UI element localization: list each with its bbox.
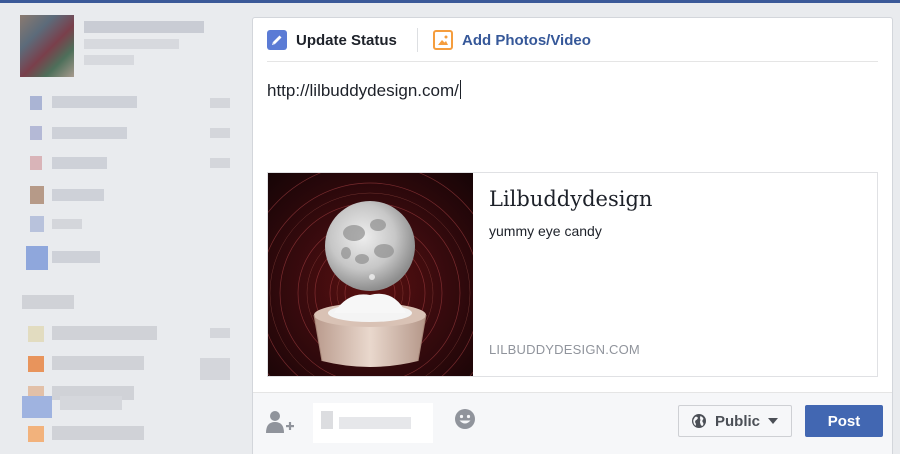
tab-update-status[interactable]: Update Status [267, 29, 397, 51]
tag-friends-icon[interactable] [265, 409, 295, 435]
avatar [20, 15, 74, 77]
privacy-selector-button[interactable]: Public [678, 405, 792, 437]
left-sidebar-blurred [0, 3, 252, 454]
tab-label: Update Status [296, 31, 397, 49]
chevron-down-icon [768, 418, 779, 424]
privacy-label: Public [715, 412, 761, 430]
globe-icon [692, 414, 706, 428]
blurred-tag-field [313, 403, 433, 443]
text-caret [459, 80, 461, 99]
link-preview-title[interactable]: Lilbuddydesign [489, 187, 652, 211]
photo-icon [433, 30, 453, 50]
pencil-icon [267, 30, 287, 50]
composer-footer: Public Post [253, 392, 892, 454]
link-preview-description: yummy eye candy [489, 223, 602, 239]
status-composer: Update Status Add Photos/Video http://li… [252, 17, 893, 454]
status-input-value: http://lilbuddydesign.com/ [267, 81, 459, 100]
link-preview-domain: LILBUDDYDESIGN.COM [489, 342, 640, 357]
link-preview-image[interactable] [268, 173, 473, 376]
post-button[interactable]: Post [805, 405, 883, 437]
link-preview-card[interactable]: Lilbuddydesign yummy eye candy LILBUDDYD… [267, 172, 878, 377]
emoji-icon[interactable] [454, 408, 476, 430]
status-input[interactable]: http://lilbuddydesign.com/ [267, 80, 461, 101]
tab-divider [417, 28, 418, 52]
tab-add-photos-video[interactable]: Add Photos/Video [433, 29, 591, 51]
composer-tabs: Update Status Add Photos/Video [267, 18, 878, 62]
tab-label: Add Photos/Video [462, 31, 591, 49]
